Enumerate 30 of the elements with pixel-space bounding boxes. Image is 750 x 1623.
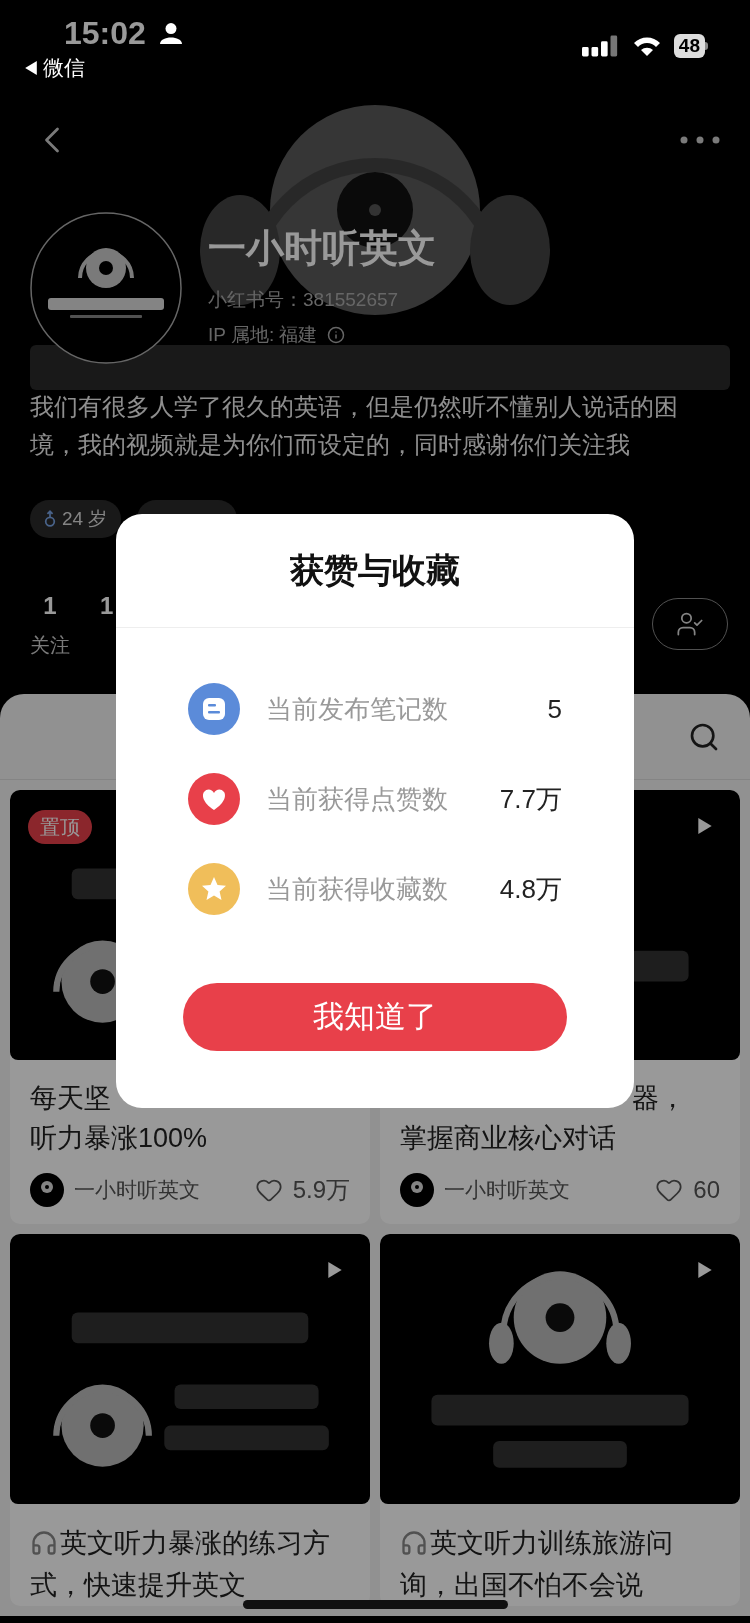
note-title: 掌握商业核心对话 [400, 1122, 617, 1155]
dialog-title: 获赞与收藏 [290, 550, 460, 591]
stat-label: 当前获得收藏数 [266, 872, 449, 906]
battery-indicator: 48 [673, 34, 708, 58]
like-count: 5.9万 [292, 1175, 350, 1205]
account-id: 小红书号：381552657 [208, 288, 400, 312]
stat-label: 关注 [30, 633, 70, 658]
pinned-badge: 置顶 [28, 810, 92, 844]
profile-bio: 我们有很多人学了很久的英语，但是仍然听不懂别人说话的困境，我的视频就是为你们而设定的，同时感谢你们关注我 [29, 393, 679, 460]
author-name: 一小时听英文 [74, 1177, 201, 1204]
stat-count: 1 [43, 591, 57, 621]
note-title: 询，出国不怕不会说 [400, 1569, 643, 1602]
note-title: 听力暴涨100% [30, 1122, 209, 1155]
age-tag: 24 岁 [30, 500, 122, 538]
note-title: 式，快速提升英文 [30, 1569, 246, 1602]
author-name: 一小时听英文 [444, 1177, 571, 1204]
status-time: 15:02 [64, 14, 146, 52]
like-count: 60 [693, 1175, 720, 1205]
stat-count: 1 [100, 591, 114, 621]
stat-value: 5 [547, 692, 562, 726]
note-title: 每天坚 [30, 1082, 112, 1115]
stat-value: 4.8万 [499, 872, 562, 906]
note-title: 英文听力训练旅游问 [430, 1527, 673, 1560]
profile-name: 一小时听英文 [208, 226, 436, 271]
stat-label: 当前发布笔记数 [266, 692, 449, 726]
note-title: 英文听力暴涨的练习方 [60, 1527, 330, 1560]
ip-location: IP 属地: 福建 [208, 322, 318, 347]
stat-label: 当前获得点赞数 [266, 782, 449, 816]
note-title: 器， [632, 1082, 687, 1115]
stat-value: 7.7万 [499, 782, 562, 816]
